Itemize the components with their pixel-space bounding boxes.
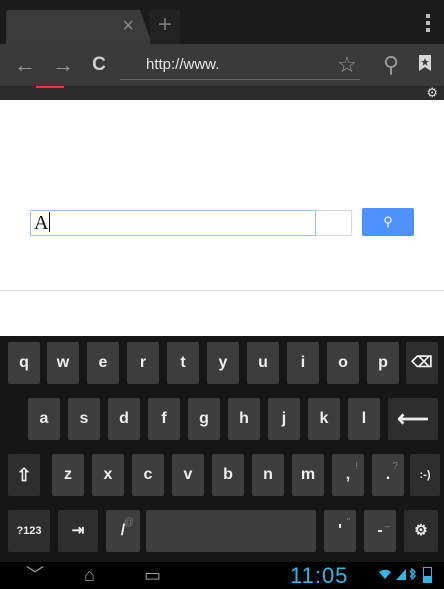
- key-h[interactable]: h: [228, 398, 260, 440]
- key-c[interactable]: c: [132, 454, 164, 496]
- key-z[interactable]: z: [52, 454, 84, 496]
- bluetooth-icon: [409, 567, 417, 581]
- search-button-icon: ⚲: [383, 214, 393, 229]
- shift-key[interactable]: ⇧: [8, 454, 40, 496]
- key-m[interactable]: m: [292, 454, 324, 496]
- web-page: A ⚲: [0, 100, 444, 336]
- key-dash-hint: _: [384, 517, 390, 528]
- key-dash-label: -: [377, 522, 383, 539]
- page-divider: [0, 290, 444, 291]
- key-n[interactable]: n: [252, 454, 284, 496]
- space-key[interactable]: [146, 510, 316, 552]
- new-tab-button[interactable]: +: [150, 10, 180, 44]
- key-t[interactable]: t: [167, 342, 199, 384]
- key-r[interactable]: r: [127, 342, 159, 384]
- key-period-label: .: [385, 466, 391, 483]
- nav-back-icon[interactable]: ﹀: [26, 565, 44, 585]
- nav-recents-icon[interactable]: ▭: [144, 565, 161, 585]
- smiley-key[interactable]: :-): [410, 454, 440, 496]
- key-b[interactable]: b: [212, 454, 244, 496]
- key-o[interactable]: o: [327, 342, 359, 384]
- text-caret: [49, 212, 51, 232]
- key-g[interactable]: g: [188, 398, 220, 440]
- soft-keyboard: q w e r t y u i o p ⌫ a s d f g h j k l …: [0, 336, 444, 562]
- key-u[interactable]: u: [247, 342, 279, 384]
- search-input-tail: [316, 210, 352, 236]
- bookmark-star-icon[interactable]: ☆: [334, 52, 360, 78]
- back-icon[interactable]: ←: [12, 52, 38, 78]
- key-comma-hint: !: [355, 461, 358, 472]
- tab-strip: × +: [0, 0, 444, 44]
- wifi-icon: [379, 569, 391, 579]
- clock: 11:05: [290, 563, 349, 588]
- key-slash[interactable]: / @: [106, 510, 140, 552]
- key-apostrophe-label: ': [338, 522, 342, 539]
- key-d[interactable]: d: [108, 398, 140, 440]
- key-comma-label: ,: [345, 466, 351, 483]
- key-v[interactable]: v: [172, 454, 204, 496]
- key-p[interactable]: p: [367, 342, 399, 384]
- reload-icon[interactable]: C: [86, 52, 112, 78]
- close-tab-icon[interactable]: ×: [122, 16, 134, 36]
- key-slash-hint: @: [123, 517, 134, 528]
- key-f[interactable]: f: [148, 398, 180, 440]
- key-apostrophe[interactable]: ' ": [324, 510, 356, 552]
- nav-home-icon[interactable]: ⌂: [84, 565, 95, 585]
- enter-key[interactable]: ⟵: [388, 398, 438, 440]
- system-nav-bar: ﹀ ⌂ ▭ 11:05: [0, 562, 444, 589]
- key-w[interactable]: w: [47, 342, 79, 384]
- keyboard-settings-key[interactable]: ⚙: [404, 510, 438, 552]
- tab-key[interactable]: ⇥: [58, 510, 98, 552]
- symbols-key[interactable]: ?123: [8, 510, 50, 552]
- backspace-key[interactable]: ⌫: [406, 342, 438, 384]
- battery-icon: [422, 567, 432, 583]
- key-q[interactable]: q: [8, 342, 40, 384]
- key-a[interactable]: a: [28, 398, 60, 440]
- overflow-menu-icon[interactable]: [426, 14, 430, 35]
- search-icon[interactable]: ⚲: [378, 52, 404, 78]
- key-dash[interactable]: - _: [364, 510, 396, 552]
- key-comma[interactable]: ,!: [332, 454, 364, 496]
- key-l[interactable]: l: [348, 398, 380, 440]
- key-e[interactable]: e: [87, 342, 119, 384]
- search-input-text: A: [34, 212, 49, 234]
- key-j[interactable]: j: [268, 398, 300, 440]
- key-i[interactable]: i: [287, 342, 319, 384]
- key-y[interactable]: y: [207, 342, 239, 384]
- browser-tab[interactable]: ×: [6, 10, 152, 44]
- settings-icon[interactable]: ⚙: [426, 86, 438, 100]
- key-apostrophe-hint: ": [346, 517, 350, 528]
- page-load-progress: [36, 86, 64, 88]
- key-k[interactable]: k: [308, 398, 340, 440]
- key-period-hint: ?: [392, 461, 398, 472]
- signal-icon: [395, 569, 406, 580]
- forward-icon[interactable]: →: [50, 52, 76, 78]
- bookmarks-icon[interactable]: [414, 52, 436, 78]
- key-x[interactable]: x: [92, 454, 124, 496]
- browser-toolbar: ← → C http://www. ☆ ⚲: [0, 44, 444, 86]
- search-input[interactable]: A: [30, 210, 316, 236]
- key-period[interactable]: .?: [372, 454, 404, 496]
- tab-subbar: ⚙: [0, 86, 444, 100]
- status-icons: [378, 566, 432, 586]
- search-button[interactable]: ⚲: [362, 208, 414, 236]
- url-field[interactable]: http://www.: [120, 50, 360, 80]
- key-s[interactable]: s: [68, 398, 100, 440]
